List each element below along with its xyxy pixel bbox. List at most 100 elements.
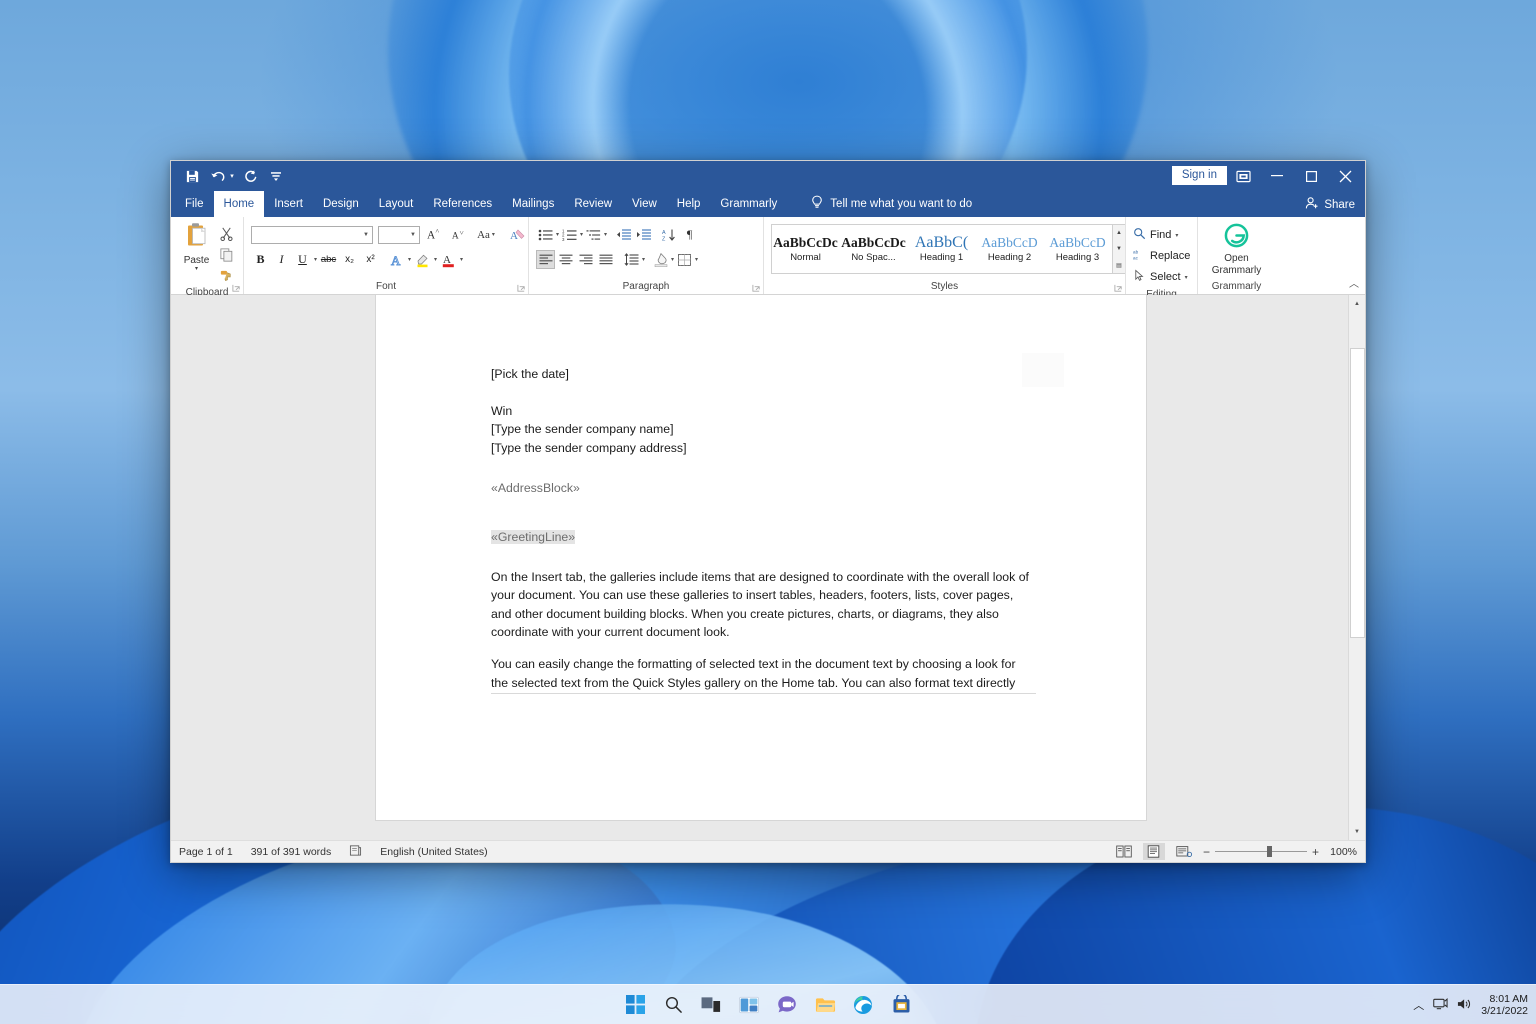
customize-qat-icon[interactable] [263,164,289,188]
superscript-button[interactable]: x² [361,250,380,269]
style-heading-1[interactable]: AaBbC( Heading 1 [908,225,976,273]
start-icon[interactable] [624,994,646,1016]
undo-dropdown-icon[interactable]: ▾ [227,172,237,180]
file-explorer-icon[interactable] [814,994,836,1016]
align-left-button[interactable] [536,250,555,269]
underline-dropdown-icon[interactable]: ▾ [314,256,317,263]
redo-icon[interactable] [237,164,263,188]
style-heading-3[interactable]: AaBbCcD Heading 3 [1044,225,1112,273]
underline-button[interactable]: U [293,250,312,269]
share-button[interactable]: Share [1305,196,1355,213]
find-button[interactable]: Find ▾ [1133,225,1178,245]
document-page[interactable]: [Pick the date] Win [Type the sender com… [376,295,1146,820]
tab-review[interactable]: Review [564,191,622,217]
tab-home[interactable]: Home [213,191,265,217]
style-heading-2[interactable]: AaBbCcD Heading 2 [976,225,1044,273]
tab-grammarly[interactable]: Grammarly [710,191,787,217]
font-color-button[interactable]: A [439,250,458,269]
bullets-button[interactable] [536,225,555,244]
tab-view[interactable]: View [622,191,667,217]
store-icon[interactable] [890,994,912,1016]
select-dropdown-icon[interactable]: ▾ [1185,274,1188,281]
multilevel-dropdown-icon[interactable]: ▾ [604,231,607,238]
zoom-thumb[interactable] [1266,846,1272,857]
zoom-level[interactable]: 100% [1327,846,1357,858]
tell-me-search[interactable]: Tell me what you want to do [811,191,972,217]
shading-button[interactable] [651,250,670,269]
paste-button[interactable]: Paste ▾ [178,222,215,272]
select-button[interactable]: Select ▾ [1133,267,1188,287]
clear-formatting-button[interactable]: A [508,225,527,244]
copy-button[interactable] [217,245,236,264]
network-icon[interactable] [1433,997,1448,1014]
search-icon[interactable] [662,994,684,1016]
language-status[interactable]: English (United States) [380,846,487,858]
sort-button[interactable]: AZ [660,225,679,244]
increase-indent-button[interactable] [634,225,653,244]
scroll-up-icon[interactable]: ▲ [1349,295,1366,312]
tab-design[interactable]: Design [313,191,369,217]
font-name-combobox[interactable]: ▼ [251,225,373,244]
widgets-icon[interactable] [738,994,760,1016]
borders-dropdown-icon[interactable]: ▾ [695,256,698,263]
paragraph-dialog-launcher-icon[interactable] [752,284,761,293]
web-layout-icon[interactable] [1173,843,1195,860]
read-mode-icon[interactable] [1113,843,1135,860]
tab-insert[interactable]: Insert [264,191,313,217]
text-effects-dropdown-icon[interactable]: ▾ [408,256,411,263]
tab-references[interactable]: References [423,191,502,217]
merge-field-greeting-line[interactable]: «GreetingLine» [491,529,576,544]
task-view-icon[interactable] [700,994,722,1016]
tab-help[interactable]: Help [667,191,711,217]
cut-button[interactable] [217,224,236,243]
tab-file[interactable]: File [175,191,214,217]
zoom-out-button[interactable]: − [1203,845,1210,859]
clipboard-dialog-launcher-icon[interactable] [232,284,241,293]
scroll-down-icon[interactable]: ▼ [1349,823,1366,840]
paste-dropdown-icon[interactable]: ▾ [195,266,198,272]
decrease-indent-button[interactable] [614,225,633,244]
close-icon[interactable] [1323,161,1367,191]
zoom-in-button[interactable]: + [1312,845,1319,859]
open-grammarly-button[interactable]: Open Grammarly [1212,223,1261,277]
find-dropdown-icon[interactable]: ▾ [1175,232,1178,239]
shading-dropdown-icon[interactable]: ▾ [671,256,674,263]
sign-in-button[interactable]: Sign in [1171,166,1227,185]
numbering-dropdown-icon[interactable]: ▾ [580,231,583,238]
subscript-button[interactable]: x₂ [340,250,359,269]
save-icon[interactable] [179,164,205,188]
justify-button[interactable] [596,250,615,269]
zoom-track[interactable] [1214,846,1307,857]
strikethrough-button[interactable]: abc [319,250,338,269]
borders-button[interactable] [675,250,694,269]
tab-mailings[interactable]: Mailings [502,191,564,217]
scrollbar-track[interactable] [1349,312,1366,823]
font-color-dropdown-icon[interactable]: ▾ [460,256,463,263]
chat-icon[interactable] [776,994,798,1016]
merge-field-address-block[interactable]: «AddressBlock» [491,479,1036,498]
bold-button[interactable]: B [251,250,270,269]
line-spacing-button[interactable] [622,250,641,269]
style-normal[interactable]: AaBbCcDc Normal [772,225,840,273]
format-painter-button[interactable] [217,266,236,285]
shrink-font-button[interactable]: A ˅ [449,225,468,244]
print-layout-icon[interactable] [1142,843,1165,860]
gallery-scroll-down-icon[interactable]: ▼ [1113,241,1125,257]
numbering-button[interactable]: 123 [560,225,579,244]
grow-font-button[interactable]: A ^ [425,225,444,244]
gallery-more-icon[interactable]: ▤ [1113,257,1125,273]
word-count[interactable]: 391 of 391 words [251,846,332,858]
chevron-up-icon[interactable]: ︿ [1413,997,1424,1013]
gallery-scroll-up-icon[interactable]: ▲ [1113,225,1125,241]
multilevel-list-button[interactable] [584,225,603,244]
show-formatting-marks-button[interactable]: ¶ [680,225,699,244]
italic-button[interactable]: I [272,250,291,269]
text-effects-button[interactable]: A [387,250,406,269]
font-dialog-launcher-icon[interactable] [517,284,526,293]
highlight-dropdown-icon[interactable]: ▾ [434,256,437,263]
scrollbar-thumb[interactable] [1349,348,1365,638]
zoom-slider[interactable]: − + [1203,845,1319,859]
text-highlight-button[interactable] [413,250,432,269]
replace-button[interactable]: ab ac Replace [1133,246,1190,266]
page-count[interactable]: Page 1 of 1 [179,846,233,858]
